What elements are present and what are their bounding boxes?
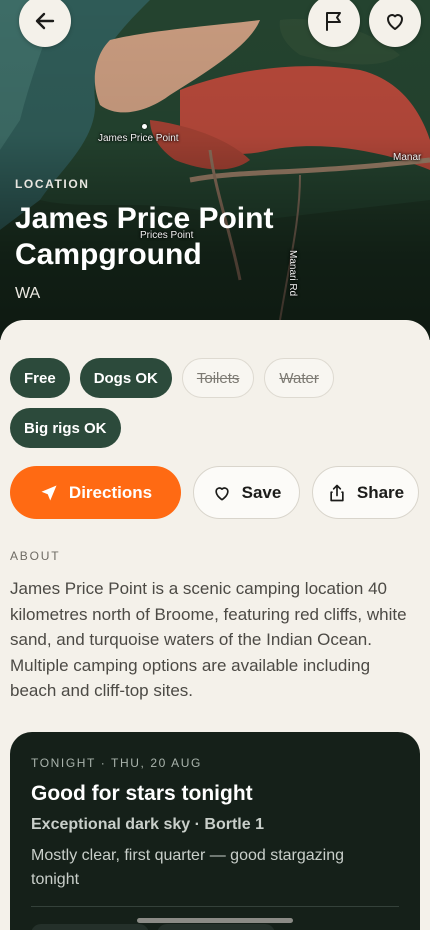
directions-button[interactable]: Directions	[10, 466, 181, 519]
card-divider	[31, 906, 399, 907]
forecast-pill	[31, 924, 149, 930]
chip-toilets: Toilets	[181, 358, 255, 398]
home-indicator[interactable]	[137, 918, 293, 923]
details-sheet: Free Dogs OK Toilets Water Big rigs OK D…	[0, 320, 430, 930]
action-row: Directions Save Share	[10, 466, 420, 519]
location-eyebrow: LOCATION	[15, 177, 90, 191]
arrow-left-icon	[35, 12, 55, 30]
state-label: WA	[15, 285, 41, 302]
tonight-description: Mostly clear, first quarter — good starg…	[31, 847, 345, 888]
about-text: James Price Point is a scenic camping lo…	[10, 579, 407, 700]
map-label-point: James Price Point	[98, 124, 179, 144]
save-button[interactable]: Save	[193, 466, 300, 519]
forecast-pill	[157, 924, 275, 930]
map-label-edge: Manar	[393, 152, 422, 163]
chip-free: Free	[10, 358, 70, 398]
share-button[interactable]: Share	[312, 466, 419, 519]
navigation-arrow-icon	[41, 485, 57, 500]
hero-map: James Price Point Prices Point Manari Rd…	[0, 0, 430, 340]
about-heading: ABOUT	[10, 549, 61, 563]
directions-label: Directions	[68, 482, 153, 502]
share-label: Share	[356, 482, 405, 502]
save-label: Save	[241, 482, 282, 502]
amenity-chips: Free Dogs OK Toilets Water Big rigs OK	[10, 358, 425, 448]
page-title: James Price Point Campground	[15, 202, 274, 271]
hero-text-block: LOCATION James Price Point Campground WA	[15, 177, 345, 303]
heart-icon	[387, 14, 403, 30]
chip-big-rigs-ok: Big rigs OK	[10, 408, 121, 448]
flag-icon	[326, 12, 341, 31]
chip-dogs-ok: Dogs OK	[79, 358, 172, 398]
tonight-eyebrow: TONIGHT · THU, 20 AUG	[31, 756, 202, 770]
tonight-title: Good for stars tonight	[31, 782, 253, 805]
chip-water: Water	[264, 358, 334, 398]
heart-outline-icon	[214, 486, 229, 500]
forecast-row-placeholder	[31, 924, 399, 930]
share-icon	[330, 484, 344, 501]
tonight-card[interactable]: TONIGHT · THU, 20 AUG Good for stars ton…	[10, 732, 420, 930]
dark-sky-rating: Exceptional dark sky · Bortle 1	[31, 816, 264, 833]
